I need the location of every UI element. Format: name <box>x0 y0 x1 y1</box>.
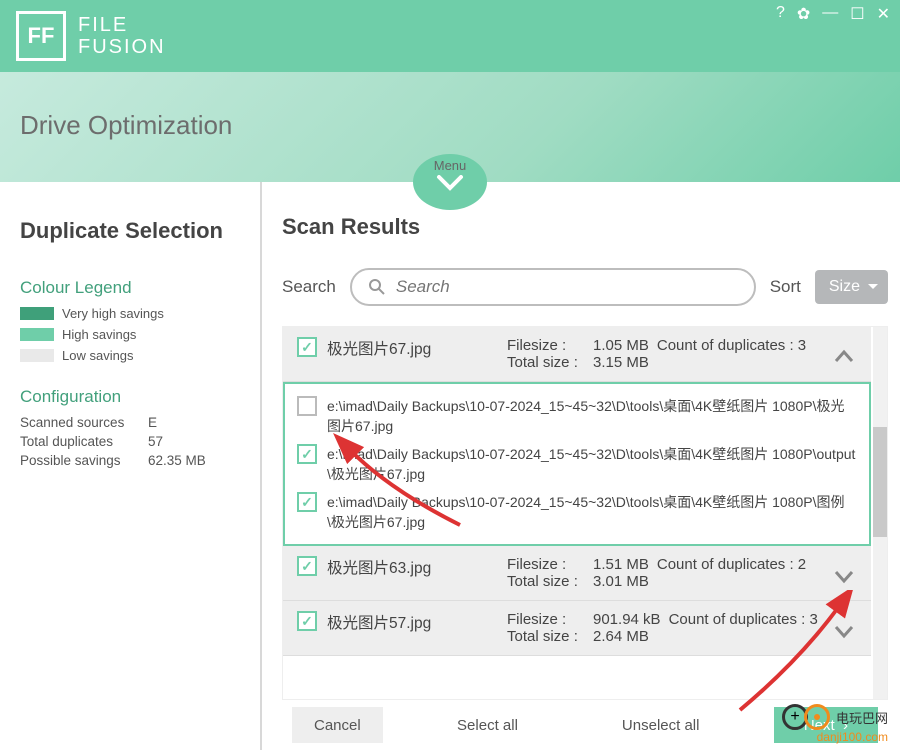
config-value: E <box>148 415 157 430</box>
chevron-down-icon <box>435 175 465 193</box>
chevron-up-icon[interactable] <box>833 348 855 371</box>
file-list: e:\imad\Daily Backups\10-07-2024_15~45~3… <box>283 382 871 546</box>
legend-swatch <box>20 349 54 362</box>
result-group: 极光图片63.jpg Filesize :1.51 MBCount of dup… <box>283 546 871 601</box>
file-checkbox[interactable] <box>297 444 317 464</box>
search-box[interactable] <box>350 268 756 306</box>
file-checkbox[interactable] <box>297 396 317 416</box>
legend-label: High savings <box>62 327 136 342</box>
legend-swatch <box>20 328 54 341</box>
legend-label: Very high savings <box>62 306 164 321</box>
config-title: Configuration <box>20 387 244 407</box>
legend-swatch <box>20 307 54 320</box>
group-filename: 极光图片63.jpg <box>327 556 497 578</box>
config-row: Total duplicates57 <box>20 434 244 449</box>
sidebar: Duplicate Selection Colour Legend Very h… <box>0 182 262 750</box>
legend-row: Very high savings <box>20 306 244 321</box>
config-row: Possible savings62.35 MB <box>20 453 244 468</box>
cancel-button[interactable]: Cancel <box>292 707 383 743</box>
app-name-line2: FUSION <box>78 36 166 58</box>
file-row: e:\imad\Daily Backups\10-07-2024_15~45~3… <box>297 392 857 440</box>
group-checkbox[interactable] <box>297 337 317 357</box>
legend-row: Low savings <box>20 348 244 363</box>
minimize-icon[interactable]: ― <box>822 4 838 24</box>
chevron-down-icon[interactable] <box>833 622 855 645</box>
group-checkbox[interactable] <box>297 556 317 576</box>
config-label: Possible savings <box>20 453 148 468</box>
scrollbar-thumb[interactable] <box>873 427 887 537</box>
group-meta: Filesize :901.94 kBCount of duplicates :… <box>507 611 857 645</box>
page-title: Drive Optimization <box>20 110 880 141</box>
results-title: Scan Results <box>282 214 888 240</box>
sort-label: Sort <box>770 277 801 297</box>
unselect-all-button[interactable]: Unselect all <box>600 707 722 743</box>
config-value: 57 <box>148 434 163 449</box>
maximize-icon[interactable]: ☐ <box>850 4 864 24</box>
group-filename: 极光图片67.jpg <box>327 337 497 359</box>
legend-label: Low savings <box>62 348 134 363</box>
legend-title: Colour Legend <box>20 278 244 298</box>
titlebar: FF FILE FUSION ? ✿ ― ☐ ✕ <box>0 0 900 72</box>
app-name-line1: FILE <box>78 14 166 36</box>
sidebar-title: Duplicate Selection <box>20 218 244 244</box>
chevron-down-icon[interactable] <box>833 567 855 590</box>
search-input[interactable] <box>396 277 738 297</box>
file-row: e:\imad\Daily Backups\10-07-2024_15~45~3… <box>297 488 857 536</box>
subheader: Drive Optimization Menu <box>0 72 900 182</box>
file-path: e:\imad\Daily Backups\10-07-2024_15~45~3… <box>327 444 857 484</box>
help-icon[interactable]: ? <box>776 4 785 24</box>
sort-dropdown[interactable]: Size <box>815 270 888 304</box>
app-logo: FF <box>16 11 66 61</box>
app-name: FILE FUSION <box>78 14 166 58</box>
file-checkbox[interactable] <box>297 492 317 512</box>
search-icon <box>368 278 386 296</box>
config-value: 62.35 MB <box>148 453 206 468</box>
select-all-button[interactable]: Select all <box>435 707 540 743</box>
menu-label: Menu <box>434 158 467 173</box>
config-row: Scanned sourcesE <box>20 415 244 430</box>
content: Scan Results Search Sort Size 极光图片67.jpg… <box>262 182 900 750</box>
menu-tab[interactable]: Menu <box>413 154 487 210</box>
file-path: e:\imad\Daily Backups\10-07-2024_15~45~3… <box>327 492 857 532</box>
result-group: 极光图片67.jpg Filesize :1.05 MBCount of dup… <box>283 327 871 382</box>
file-row: e:\imad\Daily Backups\10-07-2024_15~45~3… <box>297 440 857 488</box>
results-list: 极光图片67.jpg Filesize :1.05 MBCount of dup… <box>282 326 888 700</box>
group-checkbox[interactable] <box>297 611 317 631</box>
group-meta: Filesize :1.05 MBCount of duplicates : 3… <box>507 337 857 371</box>
close-icon[interactable]: ✕ <box>877 4 890 24</box>
window-controls: ? ✿ ― ☐ ✕ <box>776 4 890 24</box>
result-group: 极光图片57.jpg Filesize :901.94 kBCount of d… <box>283 601 871 656</box>
footer-bar: Cancel Select all Unselect all Next › <box>282 700 888 750</box>
next-button[interactable]: Next › <box>774 707 878 743</box>
group-filename: 极光图片57.jpg <box>327 611 497 633</box>
gear-icon[interactable]: ✿ <box>797 4 810 24</box>
config-label: Scanned sources <box>20 415 148 430</box>
group-meta: Filesize :1.51 MBCount of duplicates : 2… <box>507 556 857 590</box>
search-label: Search <box>282 277 336 297</box>
file-path: e:\imad\Daily Backups\10-07-2024_15~45~3… <box>327 396 857 436</box>
legend-row: High savings <box>20 327 244 342</box>
config-label: Total duplicates <box>20 434 148 449</box>
